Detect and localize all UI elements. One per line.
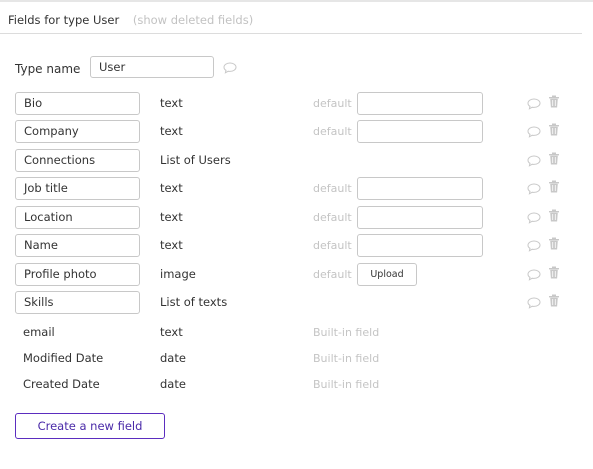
field-name-input[interactable]: Company [15,120,140,143]
trash-icon[interactable] [548,209,560,222]
trash-icon[interactable] [548,266,560,279]
builtin-field-row: email text Built-in field [0,321,593,345]
trash-icon[interactable] [548,180,560,193]
trash-icon[interactable] [548,152,560,165]
builtin-field-note: Built-in field [313,378,380,391]
default-value-input[interactable] [357,206,483,229]
field-type-label: text [160,325,183,339]
comment-icon[interactable] [527,155,541,167]
builtin-field-row: Created Date date Built-in field [0,373,593,397]
field-type-label: text [160,181,183,195]
field-row: Bio text default [0,92,593,116]
section-title: Fields for type User [8,13,120,27]
field-row: Profile photo image default Upload [0,263,593,287]
create-new-field-button[interactable]: Create a new field [15,413,165,439]
comment-icon[interactable] [527,98,541,110]
field-name-input[interactable]: Name [15,234,140,257]
comment-icon[interactable] [527,269,541,281]
default-label: default [313,211,352,224]
builtin-field-note: Built-in field [313,352,380,365]
field-type-label: text [160,124,183,138]
top-divider [0,0,593,2]
comment-icon[interactable] [527,297,541,309]
builtin-field-row: Modified Date date Built-in field [0,347,593,371]
field-row: Company text default [0,120,593,144]
builtin-field-name: email [23,325,55,339]
comment-icon[interactable] [527,126,541,138]
type-name-input[interactable]: User [90,56,214,78]
field-name-input[interactable]: Connections [15,149,140,172]
default-label: default [313,239,352,252]
type-name-label: Type name [15,62,81,76]
default-label: default [313,125,352,138]
field-row: Name text default [0,234,593,258]
section-header: Fields for type User (show deleted field… [8,13,253,27]
default-label: default [313,182,352,195]
field-row: Connections List of Users [0,149,593,173]
field-name-input[interactable]: Profile photo [15,263,140,286]
trash-icon[interactable] [548,123,560,136]
comment-icon[interactable] [527,183,541,195]
field-type-label: text [160,210,183,224]
field-type-label: text [160,96,183,110]
show-deleted-fields-link[interactable]: (show deleted fields) [133,13,253,27]
field-row: Job title text default [0,177,593,201]
builtin-field-name: Created Date [23,377,100,391]
trash-icon[interactable] [548,237,560,250]
comment-icon[interactable] [527,212,541,224]
field-type-label: List of texts [160,295,228,309]
default-value-input[interactable] [357,120,483,143]
default-label: default [313,97,352,110]
field-name-input[interactable]: Job title [15,177,140,200]
default-label: default [313,268,352,281]
field-name-input[interactable]: Skills [15,291,140,314]
builtin-field-name: Modified Date [23,351,104,365]
trash-icon[interactable] [548,294,560,307]
field-type-label: text [160,238,183,252]
field-type-label: date [160,351,186,365]
field-row: Location text default [0,206,593,230]
field-type-label: List of Users [160,153,231,167]
header-divider [0,33,582,34]
comment-icon[interactable] [527,240,541,252]
trash-icon[interactable] [548,95,560,108]
type-name-comment-icon[interactable] [223,62,237,74]
field-type-label: date [160,377,186,391]
field-type-label: image [160,267,196,281]
field-name-input[interactable]: Location [15,206,140,229]
upload-button[interactable]: Upload [357,263,417,286]
field-name-input[interactable]: Bio [15,92,140,115]
default-value-input[interactable] [357,177,483,200]
builtin-field-note: Built-in field [313,326,380,339]
default-value-input[interactable] [357,92,483,115]
field-row: Skills List of texts [0,291,593,315]
default-value-input[interactable] [357,234,483,257]
